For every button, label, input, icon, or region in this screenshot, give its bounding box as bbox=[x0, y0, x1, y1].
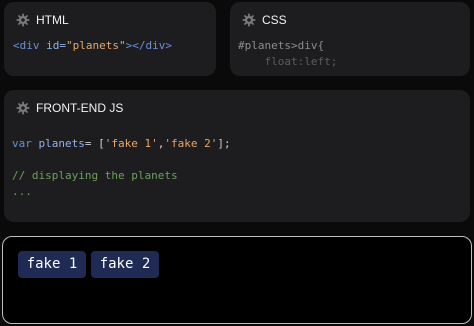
code-keyword: var bbox=[12, 137, 32, 150]
css-code[interactable]: #planets>div{ float:left; bbox=[238, 38, 337, 70]
html-code[interactable]: <div id="planets"></div> bbox=[13, 38, 172, 54]
html-panel-header: HTML bbox=[16, 13, 69, 27]
js-code-comment[interactable]: // displaying the planets ... bbox=[12, 168, 178, 200]
code-variable: planets bbox=[31, 137, 85, 150]
css-panel: CSS #planets>div{ float:left; bbox=[230, 2, 470, 76]
output-panel: fake 1 fake 2 bbox=[2, 236, 472, 324]
panel-title: HTML bbox=[36, 13, 69, 27]
css-panel-header: CSS bbox=[242, 13, 287, 27]
js-code-declaration[interactable]: var planets= ['fake 1','fake 2']; bbox=[12, 136, 231, 152]
code-attr-value: "planets" bbox=[66, 39, 126, 52]
code-property: float bbox=[238, 55, 298, 68]
code-tag: <div bbox=[13, 39, 40, 52]
gear-icon bbox=[16, 13, 30, 27]
gear-icon bbox=[242, 13, 256, 27]
code-attr-name: id= bbox=[39, 39, 66, 52]
panel-title: FRONT-END JS bbox=[36, 101, 124, 115]
code-selector: #planets>div{ bbox=[238, 39, 325, 52]
panel-title: CSS bbox=[262, 13, 287, 27]
code-end: ]; bbox=[217, 137, 231, 150]
code-string-1: 'fake 1' bbox=[104, 137, 158, 150]
code-value: left; bbox=[304, 55, 338, 68]
planet-item: fake 2 bbox=[91, 251, 159, 278]
js-panel-header: FRONT-END JS bbox=[16, 101, 123, 115]
code-ellipsis: ... bbox=[12, 185, 32, 198]
code-assign: = [ bbox=[84, 137, 105, 150]
code-string-2: 'fake 2' bbox=[164, 137, 218, 150]
planet-item: fake 1 bbox=[18, 251, 86, 278]
js-panel: FRONT-END JS var planets= ['fake 1','fak… bbox=[4, 90, 470, 222]
html-panel: HTML <div id="planets"></div> bbox=[4, 2, 216, 76]
code-comment: // displaying the planets bbox=[12, 169, 178, 182]
code-close-tag: ></div> bbox=[125, 39, 172, 52]
gear-icon bbox=[16, 101, 30, 115]
